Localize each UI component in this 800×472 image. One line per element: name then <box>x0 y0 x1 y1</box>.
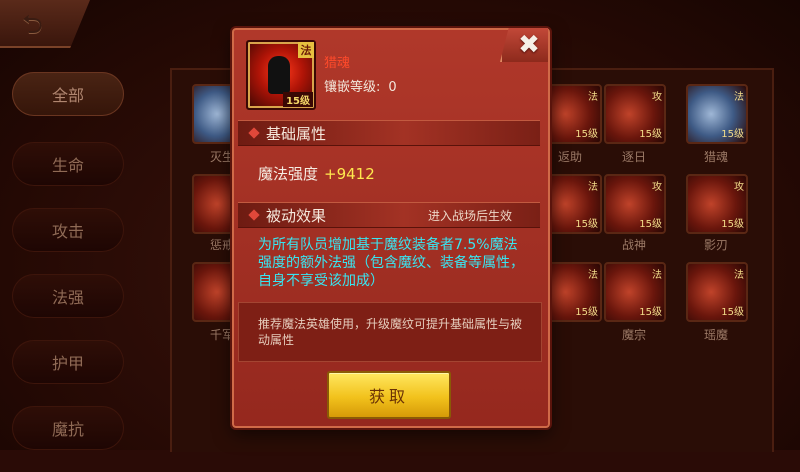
passive-effect-header: 被动效果 进入战场后生效 <box>238 202 540 228</box>
attribute-value: +9412 <box>324 165 375 183</box>
section-title: 基础属性 <box>266 124 327 143</box>
rune-name: 猎魂 <box>324 56 351 71</box>
rune-slot[interactable]: 法 15级 <box>604 262 666 322</box>
level-badge: 15级 <box>283 92 313 107</box>
tab-magic[interactable]: 法强 <box>12 274 124 318</box>
rune-label: 战神 <box>621 238 646 252</box>
get-button[interactable]: 获取 <box>327 371 451 419</box>
recommendation-text: 推荐魔法英雄使用，升级魔纹可提升基础属性与被动属性 <box>258 317 523 347</box>
section-title: 被动效果 <box>266 206 327 225</box>
rune-slot[interactable]: 攻 15级 <box>604 174 666 234</box>
inlay-label: 镶嵌等级: <box>324 80 381 95</box>
rune-slot[interactable]: 攻 15级 <box>686 174 748 234</box>
back-arrow-icon: ⮌ <box>22 10 43 40</box>
type-badge: 法 <box>298 42 314 58</box>
inlay-value: 0 <box>388 80 397 95</box>
tab-attack[interactable]: 攻击 <box>12 208 124 252</box>
base-attributes-header: 基础属性 <box>238 120 540 146</box>
rune-label: 影刃 <box>703 238 728 252</box>
inlay-level: 镶嵌等级: 0 <box>324 76 397 95</box>
passive-note: 进入战场后生效 <box>427 208 512 223</box>
rune-slot[interactable]: 法 15级 <box>686 262 748 322</box>
rune-label: 猎魂 <box>703 150 728 164</box>
rune-label: 魔宗 <box>621 328 646 342</box>
rune-slot[interactable]: 攻 15级 <box>604 84 666 144</box>
rune-icon: 法 15级 <box>246 40 316 110</box>
tab-all[interactable]: 全部 <box>12 72 124 116</box>
get-button-label: 获取 <box>368 387 409 406</box>
rune-label: 逐日 <box>621 150 646 164</box>
tab-armor[interactable]: 护甲 <box>12 340 124 384</box>
tab-life[interactable]: 生命 <box>12 142 124 186</box>
attribute-label: 魔法强度 <box>258 165 319 183</box>
rune-slot[interactable]: 法 15级 <box>686 84 748 144</box>
close-icon: ✖ <box>518 30 540 60</box>
tab-magic-resist[interactable]: 魔抗 <box>12 406 124 450</box>
category-tabs: 全部 生命 攻击 法强 护甲 魔抗 <box>12 72 130 472</box>
rune-label: 瑶魔 <box>703 328 728 342</box>
diamond-icon <box>248 127 260 139</box>
base-attribute: 魔法强度 +9412 <box>258 163 375 184</box>
hero-silhouette-icon <box>268 56 290 94</box>
diamond-icon <box>248 209 260 221</box>
passive-description: 为所有队员增加基于魔纹装备者7.5%魔法强度的额外法强（包含魔纹、装备等属性，自… <box>258 237 524 289</box>
